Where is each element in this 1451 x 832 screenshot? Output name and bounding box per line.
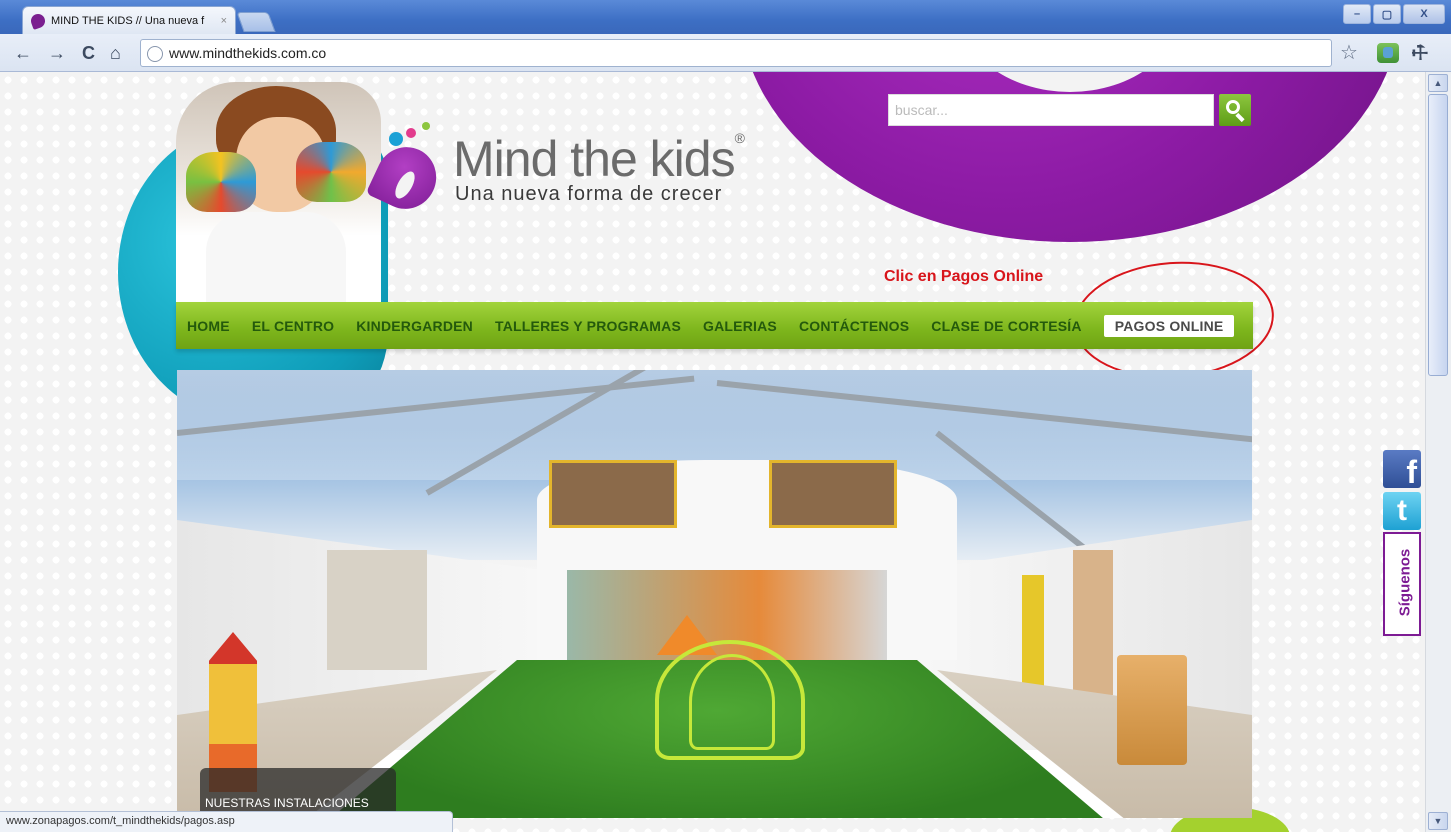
painted-hand-left — [186, 152, 256, 212]
facebook-icon[interactable]: f — [1383, 450, 1421, 490]
logo-dot-blue — [389, 132, 403, 146]
status-bar: www.zonapagos.com/t_mindthekids/pagos.as… — [0, 811, 453, 832]
favicon-icon — [29, 11, 47, 30]
search-button[interactable] — [1219, 94, 1251, 126]
hero-caption[interactable]: NUESTRAS INSTALACIONES — [205, 796, 369, 810]
close-window-button[interactable]: X — [1403, 4, 1445, 24]
logo-word-the: the — [557, 131, 650, 187]
registered-mark: ® — [734, 130, 745, 146]
menu-item-el-centro[interactable]: EL CENTRO — [252, 318, 334, 334]
girl-photo — [176, 82, 381, 302]
new-tab-button[interactable] — [236, 12, 276, 32]
main-menu: HOME EL CENTRO KINDERGARDEN TALLERES Y P… — [176, 302, 1253, 349]
logo-word-mind: Mind — [453, 131, 558, 187]
window-controls: – ▢ X — [1343, 4, 1445, 24]
hero-window — [549, 460, 677, 528]
logo-dot-pink — [406, 128, 416, 138]
hero-door — [327, 550, 427, 670]
vertical-scrollbar[interactable]: ▲ ▼ — [1425, 72, 1451, 832]
page-viewport: Mind the kids® Una nueva forma de crecer… — [0, 72, 1425, 832]
reload-button[interactable]: C — [82, 43, 95, 63]
logo-dot-green — [422, 122, 430, 130]
hero-toy-kitchen — [1117, 655, 1187, 765]
minimize-button[interactable]: – — [1343, 4, 1371, 24]
twitter-icon[interactable]: t — [1383, 492, 1421, 530]
scroll-thumb[interactable] — [1428, 94, 1448, 376]
menu-item-galerias[interactable]: GALERIAS — [703, 318, 777, 334]
tab-title: MIND THE KIDS // Una nueva f — [51, 14, 205, 27]
search-input[interactable] — [888, 94, 1214, 126]
globe-icon — [147, 46, 163, 62]
browser-tab[interactable]: MIND THE KIDS // Una nueva f × — [22, 6, 236, 34]
logo-title[interactable]: Mind the kids® — [453, 130, 745, 188]
hero-window — [769, 460, 897, 528]
scroll-up-button[interactable]: ▲ — [1428, 74, 1448, 92]
menu-item-clase-cortesia[interactable]: CLASE DE CORTESÍA — [931, 318, 1081, 334]
wrench-icon[interactable]: ⚒ — [1406, 39, 1434, 67]
home-button[interactable]: ⌂ — [110, 43, 121, 63]
logo-tagline: Una nueva forma de crecer — [455, 183, 723, 205]
tab-close-icon[interactable]: × — [221, 15, 227, 27]
menu-item-home[interactable]: HOME — [187, 318, 230, 334]
browser-toolbar: ← → C ⌂ www.mindthekids.com.co ☆ ⚒ — [0, 34, 1451, 72]
forward-button[interactable]: → — [48, 43, 66, 63]
hero-yellow-door — [1022, 575, 1044, 695]
maximize-button[interactable]: ▢ — [1373, 4, 1401, 24]
menu-item-pagos-online[interactable]: PAGOS ONLINE — [1103, 314, 1235, 337]
annotation-text: Clic en Pagos Online — [884, 268, 1044, 285]
girl-shirt — [206, 212, 346, 302]
follow-us-badge[interactable]: Síguenos — [1383, 532, 1421, 636]
logo-word-kids: kids — [649, 131, 736, 187]
hero-photo[interactable] — [177, 370, 1252, 818]
follow-us-label: Síguenos — [1396, 548, 1414, 617]
address-bar[interactable]: www.mindthekids.com.co — [140, 39, 1332, 67]
back-button[interactable]: ← — [14, 43, 32, 63]
url-text: www.mindthekids.com.co — [169, 45, 327, 61]
browser-titlebar: MIND THE KIDS // Una nueva f × – ▢ X — [0, 0, 1451, 34]
extension-icon[interactable] — [1377, 43, 1399, 63]
hero-dome-climber — [655, 640, 805, 760]
search-icon-handle — [1235, 112, 1245, 123]
painted-hand-right — [296, 142, 366, 202]
hero-wood-door — [1073, 550, 1113, 695]
scroll-down-button[interactable]: ▼ — [1428, 812, 1448, 830]
menu-item-contactenos[interactable]: CONTÁCTENOS — [799, 318, 909, 334]
menu-item-kindergarden[interactable]: KINDERGARDEN — [356, 318, 473, 334]
menu-item-talleres[interactable]: TALLERES Y PROGRAMAS — [495, 318, 681, 334]
star-icon[interactable]: ☆ — [1340, 40, 1358, 65]
